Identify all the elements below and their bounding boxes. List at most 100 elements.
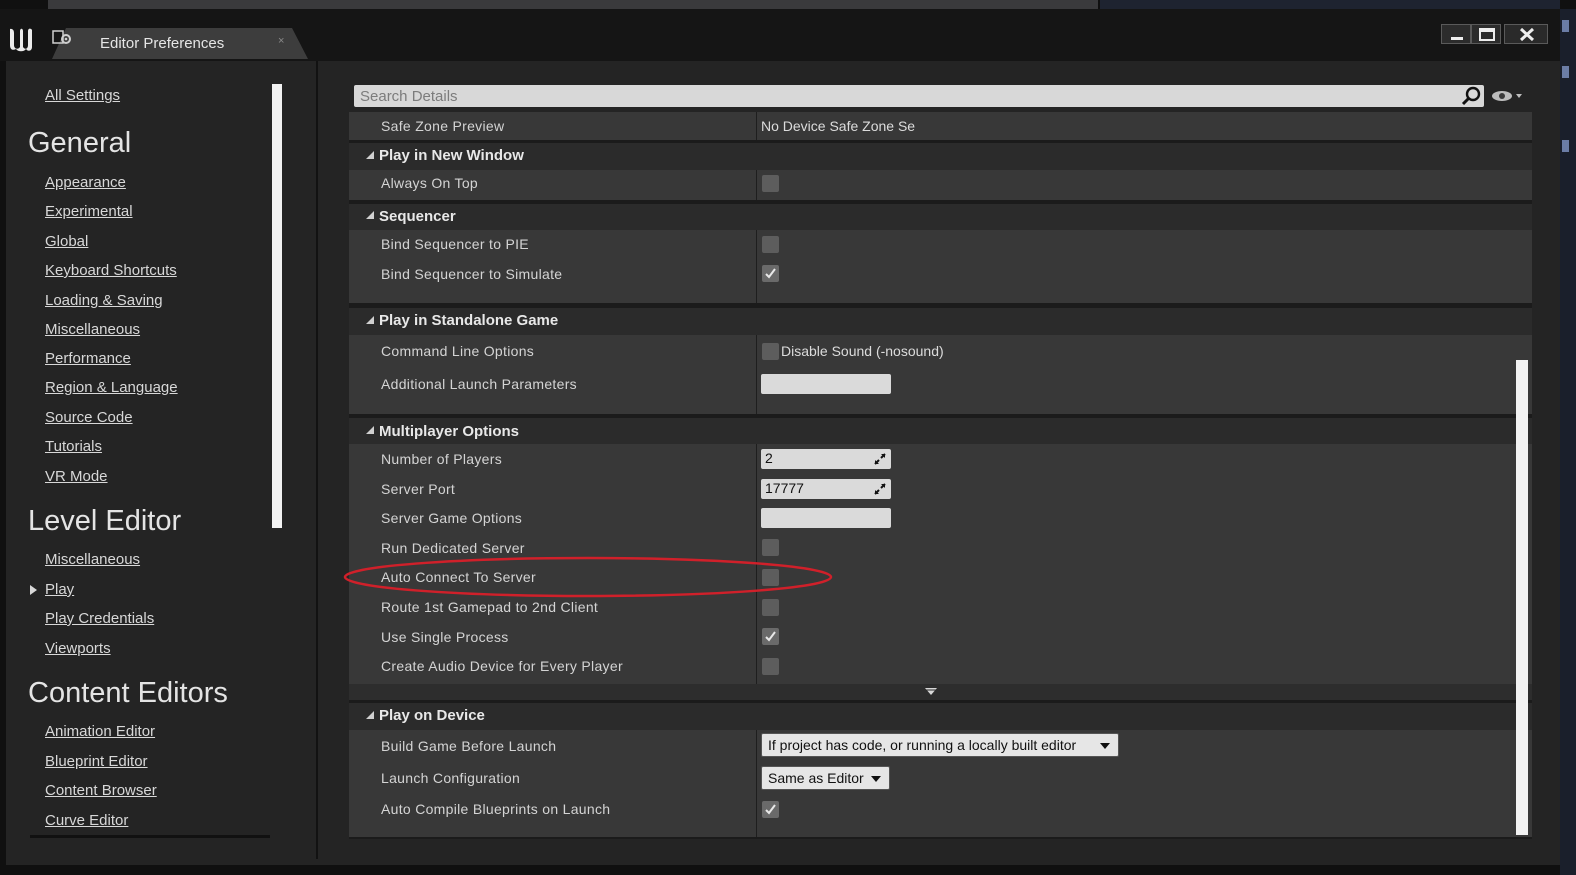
property-label: Command Line Options [381,343,535,359]
maximize-icon [1479,28,1495,41]
collapse-arrow-icon[interactable] [366,151,374,159]
background-window-strip-right [1100,0,1560,9]
build-before-launch-dropdown[interactable]: If project has code, or running a locall… [761,733,1119,757]
unreal-logo-icon [10,28,32,52]
sidebar-item-source-code[interactable]: Source Code [45,409,133,426]
dropdown-value: If project has code, or running a locall… [768,737,1077,753]
launch-parameters-field[interactable] [761,374,891,394]
sidebar-item-global[interactable]: Global [45,233,88,250]
sidebar-item-tutorials[interactable]: Tutorials [45,438,102,455]
server-port-value: 17777 [765,480,804,496]
maximize-button[interactable] [1471,24,1501,44]
category-header-sequencer[interactable] [349,204,1532,230]
category-header-multiplayer[interactable] [349,418,1532,444]
sidebar-item-miscellaneous[interactable]: Miscellaneous [45,321,140,338]
spin-arrows-icon[interactable] [873,482,887,496]
close-window-button[interactable] [1504,24,1548,44]
tab-editor-preferences[interactable]: Editor Preferences × [52,28,310,59]
category-title: Sequencer [379,208,456,225]
background-window-edge [1560,9,1576,875]
auto-connect-checkbox[interactable] [762,569,779,586]
chevron-down-icon [1100,743,1110,749]
route-gamepad-checkbox[interactable] [762,599,779,616]
category-title: Multiplayer Options [379,423,520,440]
minimize-icon [1451,37,1463,40]
sidebar-item-region-language[interactable]: Region & Language [45,379,178,396]
sidebar-splitter[interactable] [316,61,318,859]
auto-compile-blueprints-checkbox[interactable] [762,801,779,818]
sidebar-item-content-browser[interactable]: Content Browser [45,782,157,799]
property-label: Always On Top [381,175,479,191]
category-title: Play on Device [379,707,485,724]
search-input[interactable] [360,86,1450,106]
number-of-players-field[interactable]: 2 [761,449,891,469]
sidebar-item-viewports[interactable]: Viewports [45,640,111,657]
property-label: Build Game Before Launch [381,738,557,754]
safe-zone-value[interactable]: No Device Safe Zone Se [761,118,915,134]
sidebar-item-vr-mode[interactable]: VR Mode [45,468,108,485]
dropdown-value: Same as Editor [768,770,864,786]
launch-configuration-dropdown[interactable]: Same as Editor [761,766,890,790]
search-icon[interactable] [1460,86,1482,106]
checkmark-icon [765,631,776,642]
column-separator [756,170,757,200]
property-label: Bind Sequencer to Simulate [381,266,563,282]
tab-close-button[interactable]: × [278,35,284,47]
collapse-arrow-icon[interactable] [366,711,374,719]
category-header-play-in-new-window[interactable] [349,143,1532,170]
sidebar-item-animation-editor[interactable]: Animation Editor [45,723,155,740]
spin-arrows-icon[interactable] [873,452,887,466]
sidebar-item-performance[interactable]: Performance [45,350,131,367]
property-label: Auto Compile Blueprints on Launch [381,801,611,817]
category-title: Play in Standalone Game [379,312,559,329]
sidebar-item-blueprint-editor[interactable]: Blueprint Editor [45,753,148,770]
collapse-arrow-icon[interactable] [366,426,374,434]
search-details-box[interactable] [354,85,1484,107]
bind-sequencer-simulate-checkbox[interactable] [762,265,779,282]
eye-visibility-icon[interactable] [1491,88,1523,104]
sidebar-item-level-miscellaneous[interactable]: Miscellaneous [45,551,140,568]
background-window-strip [48,0,1098,9]
server-port-field[interactable]: 17777 [761,479,891,499]
preferences-icon [52,30,71,44]
edge-mark [1562,140,1569,152]
property-label: Use Single Process [381,629,509,645]
checkmark-icon [765,804,776,815]
property-label: Auto Connect To Server [381,569,536,585]
minimize-button[interactable] [1441,24,1471,44]
collapse-arrow-icon[interactable] [366,316,374,324]
bind-sequencer-pie-checkbox[interactable] [762,236,779,253]
property-row [349,170,1532,200]
number-of-players-value: 2 [765,450,773,466]
advanced-expander[interactable] [349,684,1532,700]
use-single-process-checkbox[interactable] [762,628,779,645]
collapse-arrow-icon[interactable] [366,211,374,219]
checkmark-icon [765,268,776,279]
always-on-top-checkbox[interactable] [762,175,779,192]
details-scrollbar[interactable] [1516,360,1528,835]
property-label: Server Game Options [381,510,523,526]
sidebar-scrollbar[interactable] [272,84,282,528]
category-header-play-on-device[interactable] [349,703,1532,730]
sidebar-item-experimental[interactable]: Experimental [45,203,133,220]
run-dedicated-server-checkbox[interactable] [762,539,779,556]
sidebar-item-play[interactable]: Play [45,581,74,598]
sidebar-item-loading-saving[interactable]: Loading & Saving [45,292,163,309]
sidebar-item-curve-editor[interactable]: Curve Editor [45,812,128,829]
sidebar-item-keyboard-shortcuts[interactable]: Keyboard Shortcuts [45,262,177,279]
selected-arrow-icon [30,585,37,595]
sidebar-item-appearance[interactable]: Appearance [45,174,126,191]
column-separator [756,230,757,303]
close-icon [1519,27,1535,42]
sidebar-item-all-settings[interactable]: All Settings [45,87,120,104]
expand-advanced-icon[interactable] [924,687,938,697]
disable-sound-label: Disable Sound (-nosound) [781,343,944,359]
property-label: Server Port [381,481,456,497]
property-label: Bind Sequencer to PIE [381,236,529,252]
server-game-options-field[interactable] [761,508,891,528]
property-label: Safe Zone Preview [381,118,505,134]
audio-device-checkbox[interactable] [762,658,779,675]
column-separator [756,335,757,414]
sidebar-item-play-credentials[interactable]: Play Credentials [45,610,154,627]
disable-sound-checkbox[interactable] [762,343,779,360]
